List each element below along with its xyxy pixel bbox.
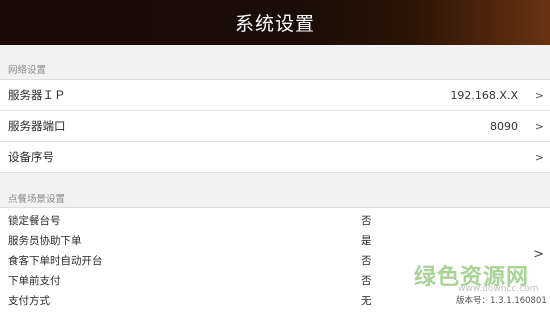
version-label: 版本号：1.3.1.160801: [456, 296, 547, 306]
server-ip-row[interactable]: 服务器ＩＰ 192.168.X.X >: [0, 80, 550, 110]
waiter-assist-value: 是: [361, 235, 372, 247]
chevron-right-icon[interactable]: >: [533, 247, 544, 262]
waiter-assist-row: 服务员协助下单 是: [0, 230, 550, 250]
chevron-right-icon: >: [534, 150, 544, 164]
auto-open-table-value: 否: [361, 255, 372, 267]
server-ip-label: 服务器ＩＰ: [8, 88, 66, 102]
ordering-section-title: 点餐场景设置: [8, 194, 66, 205]
device-serial-label: 设备序号: [8, 150, 54, 164]
pay-before-order-value: 否: [361, 275, 372, 287]
auto-open-table-label: 食客下单时自动开台: [8, 255, 103, 267]
server-port-label: 服务器端口: [8, 119, 66, 133]
watermark-url: www.downcc.com: [458, 284, 539, 294]
pay-before-order-label: 下单前支付: [8, 275, 61, 287]
payment-method-label: 支付方式: [8, 295, 50, 307]
page-title: 系统设置: [234, 13, 315, 35]
chevron-right-icon: >: [534, 88, 544, 102]
server-port-row[interactable]: 服务器端口 8090 >: [0, 110, 550, 141]
lock-table-value: 否: [361, 215, 372, 227]
title-bar: 系统设置: [0, 0, 550, 45]
chevron-right-icon: >: [534, 119, 544, 133]
waiter-assist-label: 服务员协助下单: [8, 235, 82, 247]
server-port-value: 8090: [490, 119, 518, 133]
server-ip-value: 192.168.X.X: [450, 88, 518, 102]
payment-method-value: 无: [361, 295, 372, 307]
lock-table-label: 锁定餐台号: [8, 215, 61, 227]
network-section-title: 网络设置: [8, 65, 47, 76]
device-serial-row[interactable]: 设备序号 >: [0, 141, 550, 172]
lock-table-row: 锁定餐台号 否: [0, 210, 550, 230]
network-settings-card: 服务器ＩＰ 192.168.X.X > 服务器端口 8090 > 设备序号 >: [0, 79, 550, 173]
